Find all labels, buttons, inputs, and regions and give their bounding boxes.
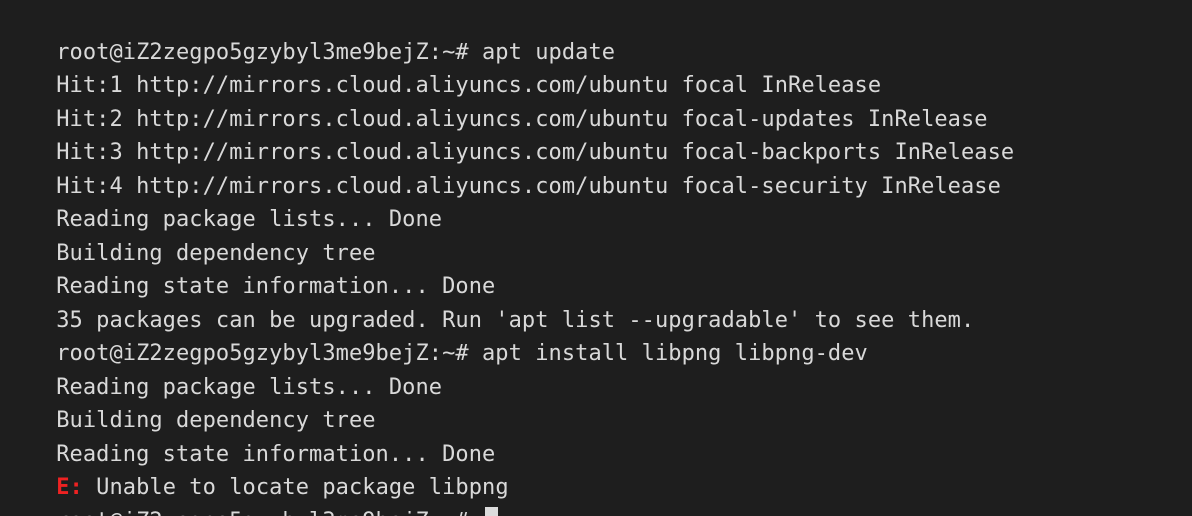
text-cursor <box>485 506 499 516</box>
terminal-window[interactable]: root@iZ2zegpo5gzybyl3me9bejZ:~# apt upda… <box>0 0 1192 516</box>
error-message: Unable to locate package libpng <box>82 475 509 500</box>
output-text: Reading state information... Done <box>56 441 496 467</box>
output-text: Hit:2 http://mirrors.cloud.aliyuncs.com/… <box>56 106 988 132</box>
shell-prompt: root@iZ2zegpo5gzybyl3me9bejZ:~# <box>56 39 482 65</box>
output-text: Reading state information... Done <box>56 274 496 299</box>
terminal-line: root@iZ2zegpo5gzybyl3me9bejZ:~# apt upda… <box>3 2 1192 65</box>
output-text: Building dependency tree <box>56 408 376 433</box>
shell-prompt: root@iZ2zegpo5gzybyl3me9bejZ:~# <box>56 341 482 366</box>
output-text: Hit:4 http://mirrors.cloud.aliyuncs.com/… <box>56 173 1001 199</box>
output-text: Reading package lists... Done <box>56 374 443 400</box>
shell-command: apt update <box>482 39 616 65</box>
upgradable-packages-notice: 35 packages can be upgraded. Run 'apt li… <box>56 307 975 333</box>
output-text: Hit:3 http://mirrors.cloud.aliyuncs.com/… <box>56 140 1015 165</box>
output-text: Hit:1 http://mirrors.cloud.aliyuncs.com/… <box>56 73 882 98</box>
output-text: Reading package lists... Done <box>56 207 443 232</box>
shell-command: apt install libpng libpng-dev <box>482 341 868 366</box>
shell-prompt: root@iZ2zegpo5gzybyl3me9bejZ:~# <box>56 509 482 516</box>
error-prefix: E: <box>56 475 83 500</box>
output-text: Building dependency tree <box>56 240 376 266</box>
